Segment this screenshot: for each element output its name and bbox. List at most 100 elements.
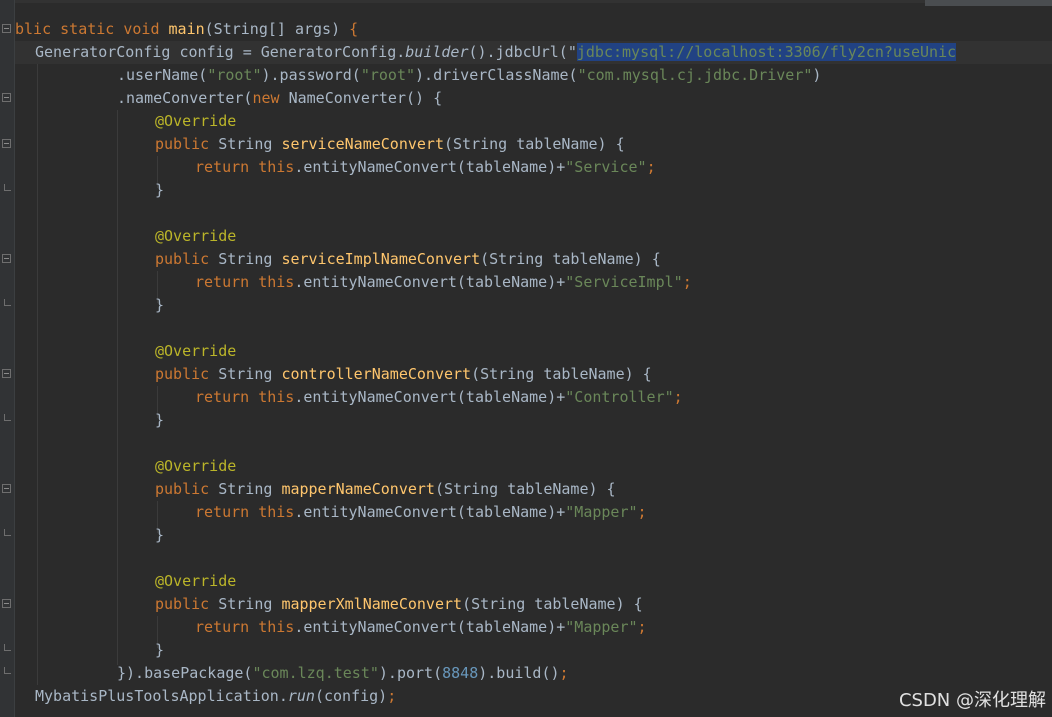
fold-end-icon	[4, 529, 11, 536]
code-line-28[interactable]: }	[155, 639, 164, 662]
code-token: controllerNameConvert	[281, 365, 472, 383]
code-token: main	[168, 20, 205, 38]
code-token: .entityNameConvert(tableName)+	[294, 388, 566, 406]
code-line-1[interactable]: blic static void main(String[] args) {	[15, 18, 358, 41]
code-token: .entityNameConvert(tableName)+	[294, 503, 566, 521]
code-token: NameConverter()	[288, 89, 434, 107]
code-token: "com.lzq.test"	[252, 664, 379, 682]
code-token: @Override	[155, 227, 237, 245]
code-token: }	[155, 641, 165, 659]
gutter-divider	[14, 0, 15, 717]
code-line-6[interactable]: public String serviceNameConvert(String …	[155, 133, 625, 156]
code-token: (String tableName) {	[462, 595, 643, 613]
code-token: return this	[195, 273, 295, 291]
code-token: @Override	[155, 112, 237, 130]
indent-guide	[117, 110, 118, 665]
code-token: public	[155, 595, 219, 613]
code-token: .entityNameConvert(tableName)+	[294, 618, 566, 636]
code-token: .userName(	[117, 66, 208, 84]
code-token: }).basePackage(	[117, 664, 253, 682]
code-line-20[interactable]: @Override	[155, 455, 236, 478]
code-line-5[interactable]: @Override	[155, 110, 236, 133]
code-token: mapperXmlNameConvert	[281, 595, 463, 613]
code-line-13[interactable]: }	[155, 294, 164, 317]
code-token: "ServiceImpl"	[565, 273, 683, 291]
code-token: public	[155, 250, 219, 268]
code-line-29[interactable]: }).basePackage("com.lzq.test").port(8848…	[117, 662, 569, 685]
code-token: {	[349, 20, 359, 38]
code-token: ;	[637, 618, 647, 636]
code-line-16[interactable]: public String controllerNameConvert(Stri…	[155, 363, 652, 386]
fold-marker-icon[interactable]	[2, 369, 11, 378]
code-line-30[interactable]: MybatisPlusToolsApplication.run(config);	[35, 685, 396, 708]
code-token: ;	[559, 664, 569, 682]
code-line-8[interactable]: }	[155, 179, 164, 202]
code-token: builder	[405, 43, 469, 61]
code-token: return this	[195, 388, 295, 406]
code-line-4[interactable]: .nameConverter(new NameConverter() {	[117, 87, 442, 110]
fold-marker-icon[interactable]	[2, 254, 11, 263]
code-token: String	[218, 595, 282, 613]
code-line-12[interactable]: return this.entityNameConvert(tableName)…	[195, 271, 692, 294]
fold-end-icon	[4, 414, 11, 421]
code-token: public	[155, 365, 219, 383]
code-token: String	[218, 365, 282, 383]
code-token: "Controller"	[565, 388, 674, 406]
code-token: run	[287, 687, 315, 705]
code-line-26[interactable]: public String mapperXmlNameConvert(Strin…	[155, 593, 643, 616]
fold-marker-icon[interactable]	[2, 599, 11, 608]
code-token: ;	[637, 503, 647, 521]
code-token: new	[252, 89, 289, 107]
code-token: return this	[195, 618, 295, 636]
code-token: ;	[682, 273, 692, 291]
code-token: jdbc:mysql://localhost:3306/fly2cn?useUn…	[576, 43, 957, 61]
fold-marker-icon[interactable]	[2, 139, 11, 148]
code-line-18[interactable]: }	[155, 409, 164, 432]
code-token: String	[218, 250, 282, 268]
fold-end-icon	[4, 644, 11, 651]
code-line-15[interactable]: @Override	[155, 340, 236, 363]
code-token: String	[218, 135, 282, 153]
code-line-21[interactable]: public String mapperNameConvert(String t…	[155, 478, 616, 501]
fold-marker-icon[interactable]	[2, 93, 11, 102]
code-token: GeneratorConfig config = GeneratorConfig…	[35, 43, 406, 61]
fold-marker-icon[interactable]	[2, 484, 11, 493]
code-token: (config)	[314, 687, 388, 705]
code-token: }	[155, 296, 165, 314]
code-token: ).build()	[478, 664, 560, 682]
code-line-10[interactable]: @Override	[155, 225, 236, 248]
code-line-3[interactable]: .userName("root").password("root").drive…	[117, 64, 821, 87]
code-line-25[interactable]: @Override	[155, 570, 236, 593]
code-token: ).driverClassName(	[415, 66, 578, 84]
code-token: public	[155, 135, 219, 153]
code-token: @Override	[155, 342, 237, 360]
code-token: "Service"	[565, 158, 647, 176]
code-token: "com.mysql.cj.jdbc.Driver"	[577, 66, 813, 84]
code-token: ).port(	[378, 664, 443, 682]
editor-top-strip	[0, 0, 1052, 3]
code-token: public	[155, 480, 219, 498]
code-token: ;	[646, 158, 656, 176]
code-token: ().jdbcUrl("	[468, 43, 577, 61]
code-line-2[interactable]: GeneratorConfig config = GeneratorConfig…	[35, 41, 957, 64]
code-token: .entityNameConvert(tableName)+	[294, 158, 566, 176]
code-line-23[interactable]: }	[155, 524, 164, 547]
code-line-17[interactable]: return this.entityNameConvert(tableName)…	[195, 386, 683, 409]
code-token: ;	[673, 388, 683, 406]
csdn-watermark: CSDN @深化理解	[898, 690, 1046, 711]
code-token: }	[155, 181, 165, 199]
code-token: ;	[387, 687, 397, 705]
code-token: @Override	[155, 572, 237, 590]
code-token: (String tableName) {	[434, 480, 616, 498]
code-token: ).password(	[261, 66, 361, 84]
code-token: {	[433, 89, 443, 107]
code-token: return this	[195, 503, 295, 521]
code-line-11[interactable]: public String serviceImplNameConvert(Str…	[155, 248, 661, 271]
code-line-7[interactable]: return this.entityNameConvert(tableName)…	[195, 156, 656, 179]
code-token: MybatisPlusToolsApplication.	[35, 687, 288, 705]
code-token: "root"	[360, 66, 416, 84]
code-line-22[interactable]: return this.entityNameConvert(tableName)…	[195, 501, 647, 524]
code-token: (String[] args)	[204, 20, 350, 38]
code-line-27[interactable]: return this.entityNameConvert(tableName)…	[195, 616, 647, 639]
fold-marker-icon[interactable]	[2, 24, 11, 33]
